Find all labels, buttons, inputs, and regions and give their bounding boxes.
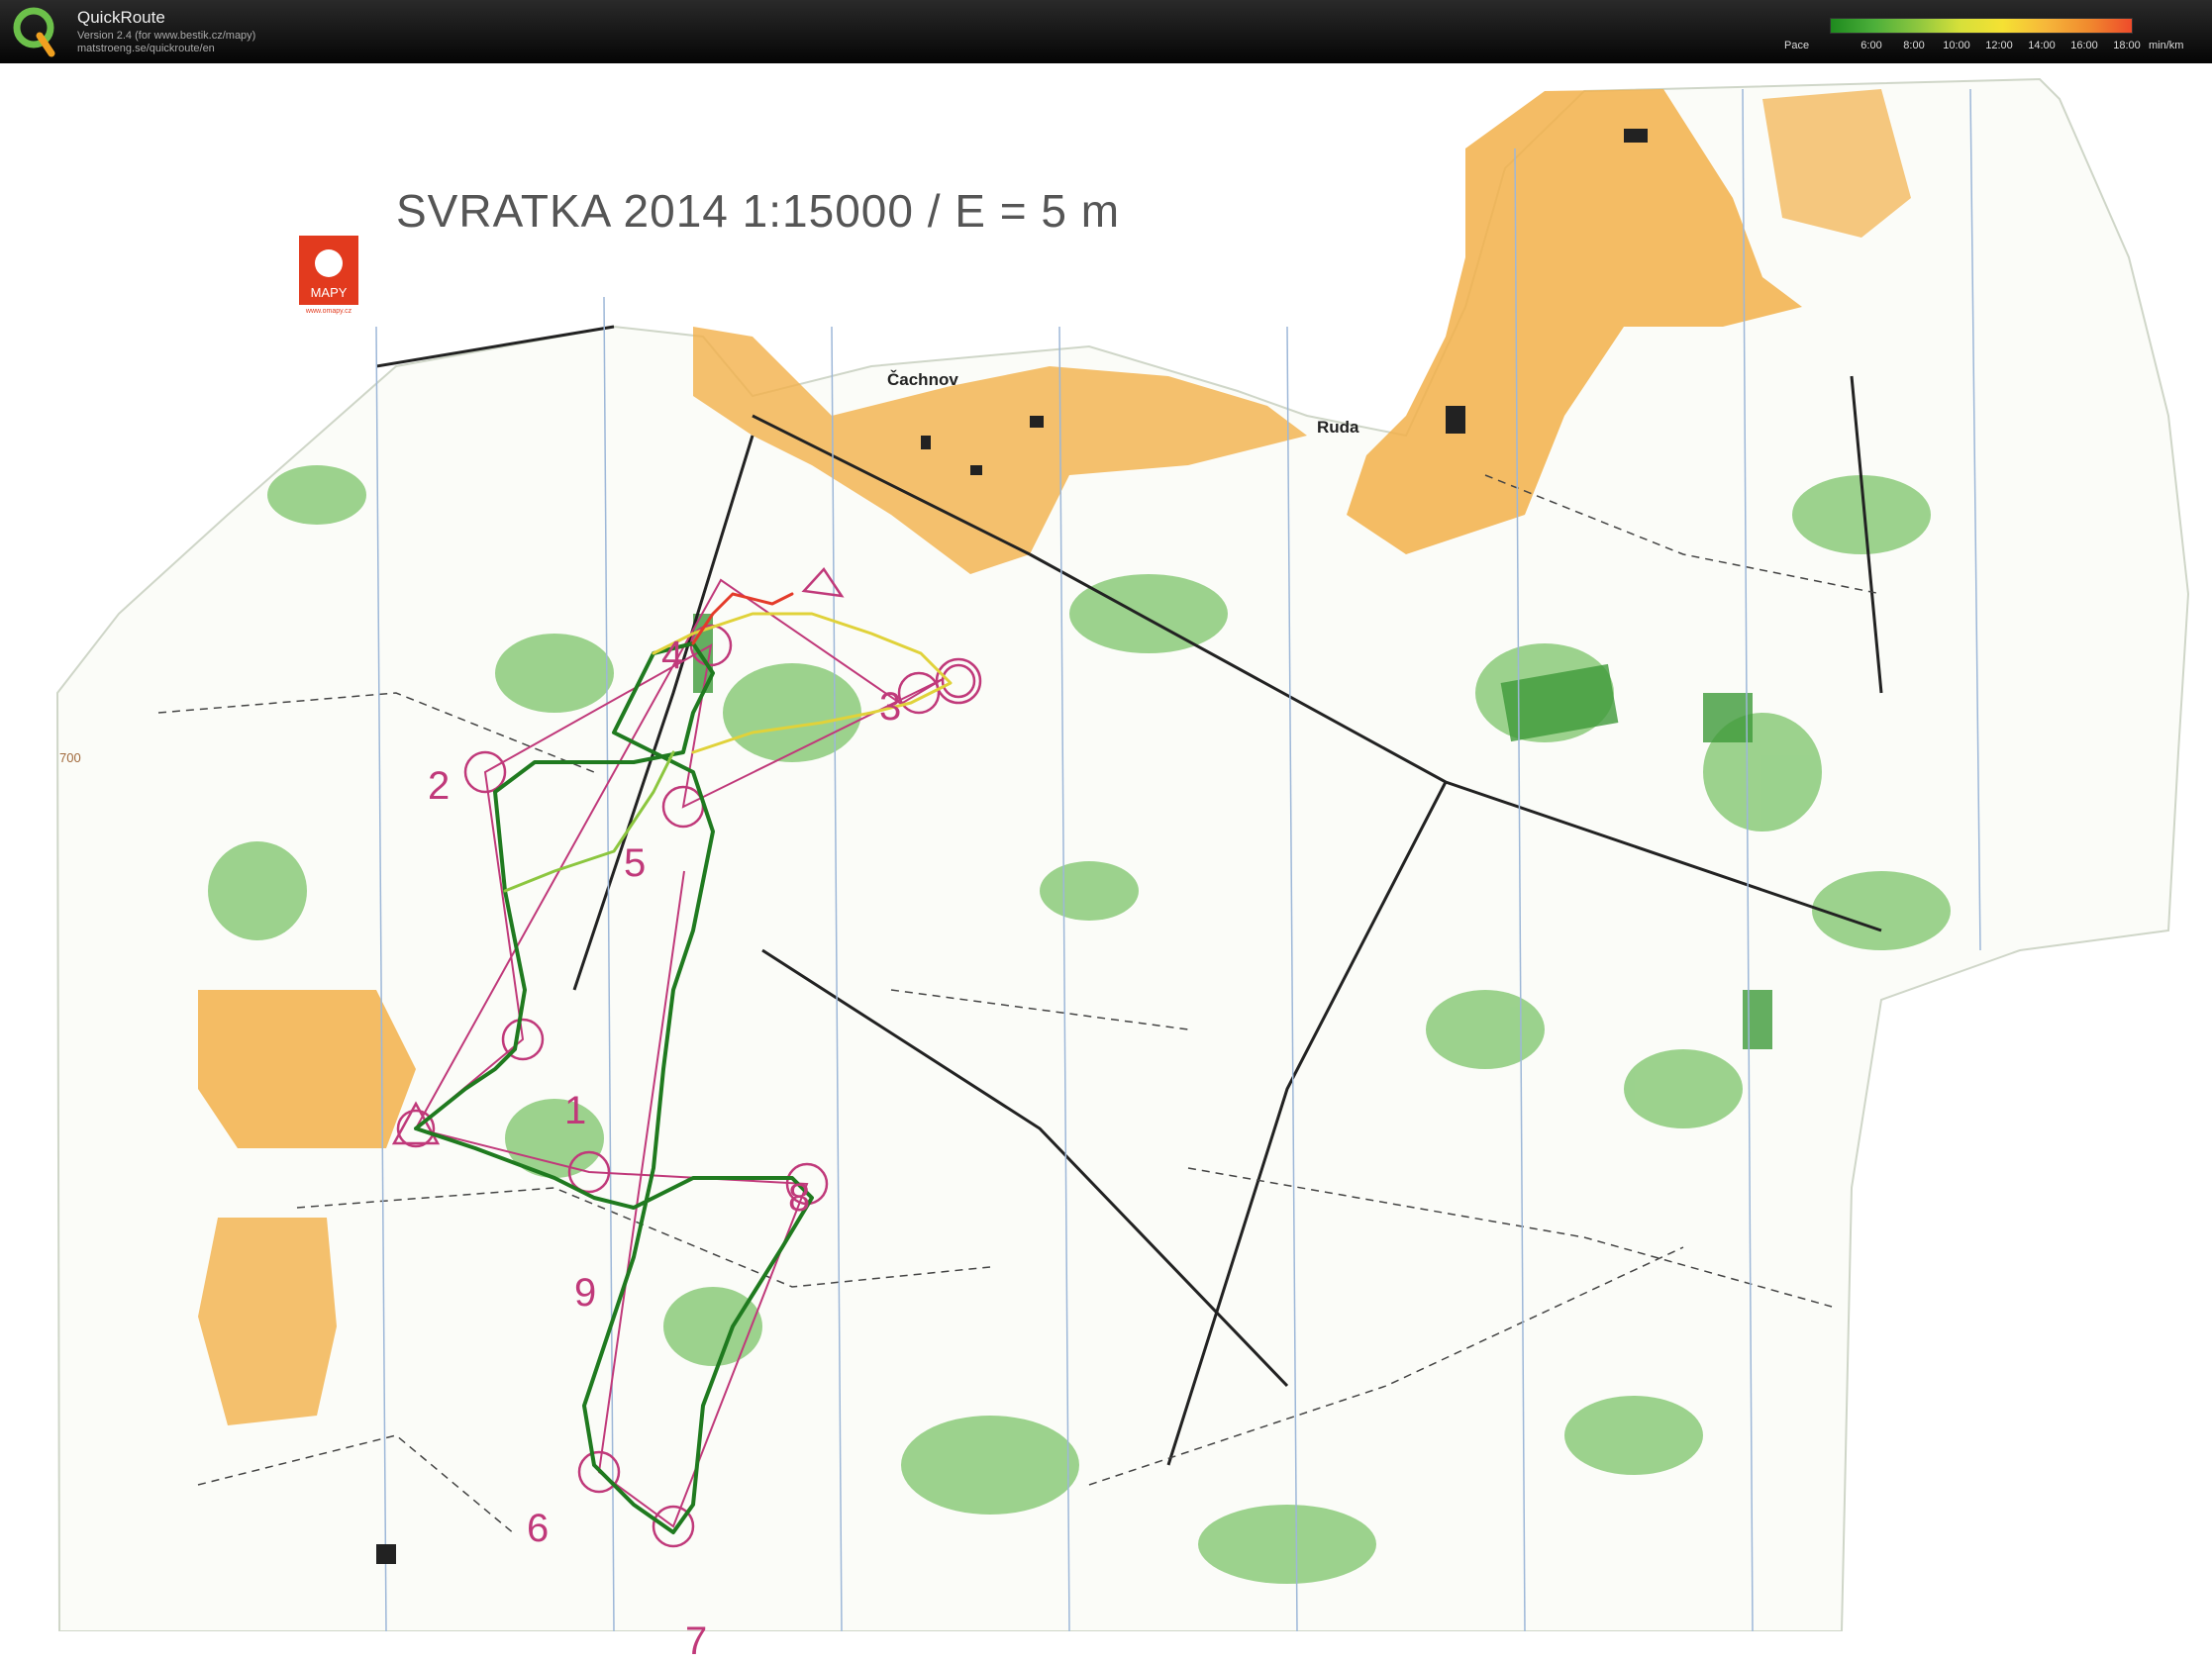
quickroute-logo-icon [13, 7, 55, 57]
control-number: 2 [428, 764, 451, 808]
control-number: 4 [661, 634, 684, 677]
app-name: QuickRoute [77, 8, 165, 27]
pace-tick: 8:00 [1903, 40, 1925, 51]
control-number: 7 [685, 1619, 708, 1663]
pace-tick: 10:00 [1943, 40, 1970, 51]
mapy-logo-icon: MAPY www.omapy.cz [299, 236, 358, 315]
map-boundary [55, 77, 2190, 1631]
control-number: 8 [788, 1176, 811, 1220]
pace-unit: min/km [2149, 40, 2184, 51]
pace-tick: 12:00 [1985, 40, 2013, 51]
brand-url: www.omapy.cz [305, 308, 352, 315]
control-number: 3 [879, 685, 902, 729]
control-number: 1 [564, 1089, 587, 1132]
control-number: 9 [574, 1271, 597, 1315]
app-info: Version 2.4 (for www.bestik.cz/mapy) mat… [77, 30, 255, 55]
brand-text: MAPY [311, 285, 348, 300]
app-version: Version 2.4 (for www.bestik.cz/mapy) [77, 30, 256, 42]
pace-ticks: 6:00 8:00 10:00 12:00 14:00 16:00 18:00 [1830, 40, 2140, 53]
contour-label: 700 [59, 750, 81, 765]
pace-label: Pace [1784, 40, 1810, 51]
place-label: Čachnov [887, 370, 958, 389]
title-bar: QuickRoute Version 2.4 (for www.bestik.c… [0, 0, 2212, 63]
control-number: 6 [527, 1507, 550, 1550]
map-title: SVRATKA 2014 1:15000 / E = 5 m [396, 185, 1121, 237]
pace-tick: 18:00 [2113, 40, 2141, 51]
open-land-west [198, 990, 416, 1148]
orienteering-map[interactable]: SVRATKA 2014 1:15000 / E = 5 m MAPY www.… [0, 63, 2212, 1663]
pace-tick: 16:00 [2070, 40, 2098, 51]
pace-tick: 14:00 [2028, 40, 2056, 51]
control-number: 5 [624, 841, 647, 885]
pace-color-scale [1830, 18, 2133, 34]
app-url: matstroeng.se/quickroute/en [77, 43, 215, 54]
place-label: Ruda [1317, 418, 1359, 437]
pace-tick: 6:00 [1860, 40, 1882, 51]
